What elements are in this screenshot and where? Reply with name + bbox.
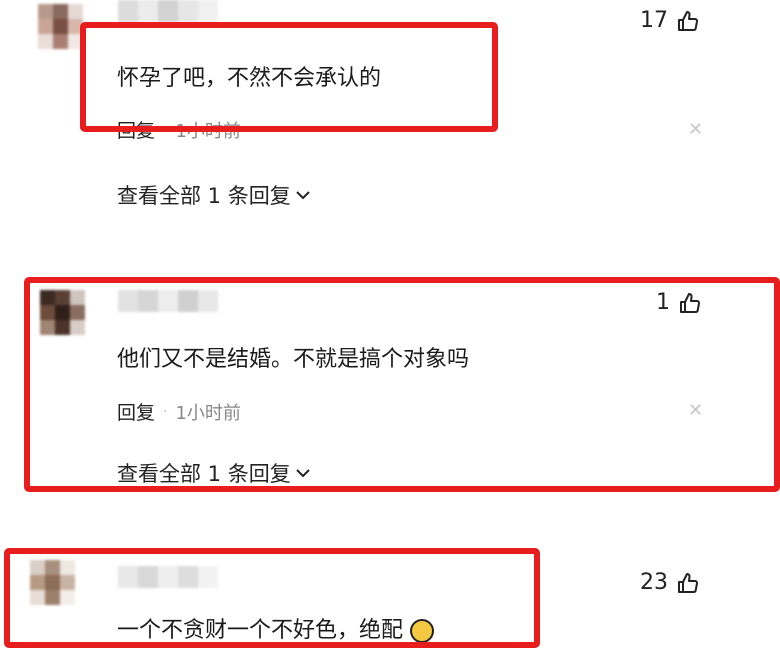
like-count: 17 bbox=[640, 8, 668, 33]
highlight-frame bbox=[4, 548, 540, 648]
view-replies-label: 查看全部 1 条回复 bbox=[117, 184, 291, 208]
thumbs-up-icon bbox=[678, 10, 698, 31]
thumbs-up-icon bbox=[678, 572, 698, 593]
avatar[interactable] bbox=[38, 4, 84, 50]
like-button[interactable]: 23 bbox=[640, 570, 700, 595]
close-icon[interactable]: ✕ bbox=[688, 119, 703, 140]
username[interactable] bbox=[118, 0, 218, 22]
view-replies-button[interactable]: 查看全部 1 条回复 bbox=[117, 180, 311, 210]
chevron-down-icon bbox=[296, 191, 310, 200]
highlight-frame bbox=[80, 22, 498, 132]
like-button[interactable]: 17 bbox=[640, 8, 700, 33]
highlight-frame bbox=[24, 277, 780, 492]
like-count: 23 bbox=[640, 570, 668, 595]
